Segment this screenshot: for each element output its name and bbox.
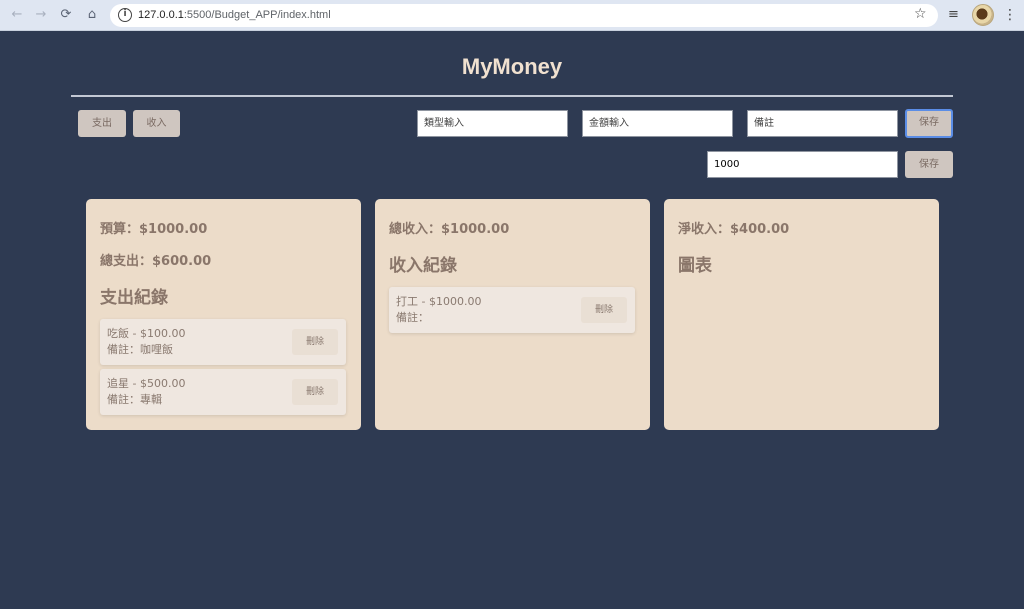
summary-card: 淨收入：$400.00 圖表: [664, 199, 939, 430]
chart-heading: 圖表: [678, 256, 712, 276]
delete-button[interactable]: 刪除: [581, 297, 627, 323]
record-note: 備註：專輯: [107, 393, 162, 406]
income-card: 總收入：$1000.00 收入紀錄 打工 - $1000.00 備註： 刪除: [375, 199, 650, 430]
profile-avatar[interactable]: [972, 4, 994, 26]
budget-amount: 預算：$1000.00: [100, 222, 208, 237]
net-income: 淨收入：$400.00: [678, 222, 790, 237]
list-item: 打工 - $1000.00 備註： 刪除: [389, 287, 635, 333]
expense-tab-button[interactable]: 支出: [78, 110, 126, 137]
record-title: 打工 - $1000.00: [396, 295, 482, 308]
address-bar[interactable]: i 127.0.0.1:5500/Budget_APP/index.html: [110, 4, 938, 27]
home-icon[interactable]: ⌂: [83, 6, 101, 24]
record-title: 追星 - $500.00: [107, 377, 186, 390]
total-income: 總收入：$1000.00: [389, 222, 510, 237]
reload-icon[interactable]: ⟳: [57, 6, 75, 24]
forward-icon[interactable]: →: [32, 6, 50, 24]
save-record-button[interactable]: 保存: [905, 109, 953, 138]
record-note: 備註：咖哩飯: [107, 343, 173, 356]
note-input[interactable]: 備註: [747, 110, 898, 137]
expense-card: 預算：$1000.00 總支出：$600.00 支出紀錄 吃飯 - $100.0…: [86, 199, 361, 430]
expense-records-heading: 支出紀錄: [100, 288, 168, 308]
budget-input[interactable]: 1000: [707, 151, 898, 178]
type-input[interactable]: 類型輸入: [417, 110, 568, 137]
site-info-icon[interactable]: i: [118, 8, 132, 22]
browser-toolbar: ← → ⟳ ⌂ i 127.0.0.1:5500/Budget_APP/inde…: [0, 0, 1024, 31]
save-budget-button[interactable]: 保存: [905, 151, 953, 178]
delete-button[interactable]: 刪除: [292, 379, 338, 405]
income-tab-button[interactable]: 收入: [133, 110, 180, 137]
back-icon[interactable]: ←: [8, 6, 26, 24]
list-item: 追星 - $500.00 備註：專輯 刪除: [100, 369, 346, 415]
title-divider: [71, 95, 953, 97]
record-note: 備註：: [396, 311, 429, 324]
income-records-heading: 收入紀錄: [389, 256, 457, 276]
app-title: MyMoney: [461, 54, 563, 79]
media-control-icon[interactable]: ≡: [948, 6, 959, 24]
list-item: 吃飯 - $100.00 備註：咖哩飯 刪除: [100, 319, 346, 365]
browser-menu-icon[interactable]: ⋮: [1003, 6, 1017, 24]
delete-button[interactable]: 刪除: [292, 329, 338, 355]
record-title: 吃飯 - $100.00: [107, 327, 186, 340]
bookmark-star-icon[interactable]: ☆: [914, 5, 927, 23]
amount-input[interactable]: 金額輸入: [582, 110, 733, 137]
url-text[interactable]: 127.0.0.1:5500/Budget_APP/index.html: [138, 8, 331, 23]
total-expense: 總支出：$600.00: [100, 254, 212, 269]
app-page: MyMoney 支出 收入 類型輸入 金額輸入 備註 保存 1000 保存 預算…: [0, 32, 1024, 609]
